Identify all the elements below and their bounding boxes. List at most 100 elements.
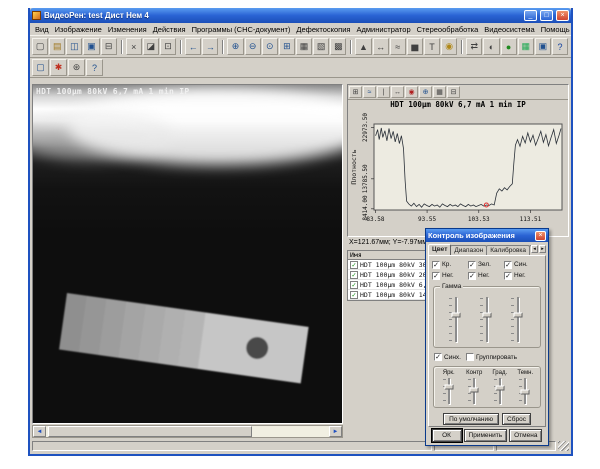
zoom-in-icon[interactable]: ⊕	[227, 38, 243, 55]
menu-item[interactable]: Изображение	[52, 25, 105, 34]
print-icon[interactable]: ⊟	[101, 38, 117, 55]
capture-tool-icon[interactable]: ▦	[518, 38, 534, 55]
menu-item[interactable]: Программы (СНС-документ)	[189, 25, 294, 34]
gamma-2-slider[interactable]	[480, 296, 494, 343]
plot-range-icon[interactable]: ↔	[391, 86, 404, 98]
zoom-out-icon[interactable]: ⊖	[245, 38, 261, 55]
default-button[interactable]: По умолчанию	[443, 413, 499, 425]
tab-scroll-arrow-icon[interactable]: ◂	[531, 245, 538, 253]
plot-marker-icon[interactable]: ◉	[405, 86, 418, 98]
help-icon[interactable]: ?	[552, 38, 568, 55]
invert-tool-icon[interactable]: ◐	[483, 38, 499, 55]
tile-windows-icon[interactable]: ▧	[313, 38, 329, 55]
undo-icon[interactable]: ←	[185, 38, 201, 55]
plot-print-icon[interactable]: ⊟	[447, 86, 460, 98]
menu-item[interactable]: Стереообработка	[414, 25, 482, 34]
channel-checkbox[interactable]: ✓Син.	[504, 261, 540, 269]
save-all-icon[interactable]: ▣	[83, 38, 99, 55]
tab-Диапазон[interactable]: Диапазон	[450, 245, 487, 255]
minimize-button[interactable]: _	[524, 10, 537, 21]
horizontal-scrollbar[interactable]: ◄ ►	[32, 425, 343, 438]
slider-thumb[interactable]	[521, 390, 530, 395]
zoom-fit-icon[interactable]: ⊞	[279, 38, 295, 55]
menu-item[interactable]: Дефектоскопия	[293, 25, 353, 34]
scroll-left-button[interactable]: ◄	[33, 426, 46, 437]
link-stations-icon[interactable]: ✱	[50, 59, 67, 76]
menu-item[interactable]: Администратор	[354, 25, 414, 34]
slider-track[interactable]	[455, 297, 457, 342]
plot-zoom-icon[interactable]: ⊕	[419, 86, 432, 98]
tab-Калибровка[interactable]: Калибровка	[486, 245, 530, 255]
slider-thumb[interactable]	[451, 312, 460, 317]
layer-checkbox[interactable]: ✓	[350, 281, 358, 289]
dialog-titlebar[interactable]: Контроль изображения ×	[426, 229, 548, 242]
plot-profile-icon[interactable]: ≈	[363, 86, 376, 98]
cut-icon[interactable]: ×	[126, 38, 142, 55]
tab-scroll-arrow-icon[interactable]: ▸	[539, 245, 546, 253]
titlebar[interactable]: ВидеоРен: test Дист Нем 4 _ □ ×	[30, 8, 571, 23]
settings-icon[interactable]: ⊛	[68, 59, 85, 76]
plot-grid-icon[interactable]: ⊞	[349, 86, 362, 98]
scrollbar-track[interactable]	[46, 426, 329, 437]
layer-checkbox[interactable]: ✓	[350, 271, 358, 279]
histogram-tool-icon[interactable]: ▅	[407, 38, 423, 55]
reset-button[interactable]: Сброс	[502, 413, 531, 425]
copy-icon[interactable]: ◪	[143, 38, 159, 55]
adjust-slider[interactable]	[468, 377, 480, 405]
cancel-button[interactable]: Отмена	[509, 429, 542, 442]
gamma-3-slider[interactable]	[511, 296, 525, 343]
channel-checkbox[interactable]: ✓Кр.	[432, 261, 468, 269]
menu-item[interactable]: Действия	[150, 25, 189, 34]
rotate-tool-icon[interactable]: ⇄	[466, 38, 482, 55]
dialog-close-icon[interactable]: ×	[535, 231, 546, 241]
slider-thumb[interactable]	[470, 387, 479, 392]
pointer-tool-icon[interactable]: ▲	[355, 38, 371, 55]
slider-thumb[interactable]	[514, 312, 523, 317]
radiograph-panel[interactable]: HDT 100µm 80kV 6,7 mA 1 min IP	[32, 84, 343, 424]
paste-icon[interactable]: ⊡	[160, 38, 176, 55]
menu-item[interactable]: Изменения	[105, 25, 150, 34]
option-checkbox[interactable]: ✓Синх.	[434, 353, 461, 361]
plot-table-icon[interactable]: ▦	[433, 86, 446, 98]
layer-checkbox[interactable]: ✓	[350, 261, 358, 269]
slider-track[interactable]	[486, 297, 488, 342]
slider-track[interactable]	[448, 378, 450, 404]
profile-tool-icon[interactable]: ≈	[390, 38, 406, 55]
channel-checkbox[interactable]: ✓Зел.	[468, 261, 504, 269]
save-icon[interactable]: ◫	[66, 38, 82, 55]
zoom-actual-icon[interactable]: ⊙	[262, 38, 278, 55]
layer-checkbox[interactable]: ✓	[350, 291, 358, 299]
scroll-right-button[interactable]: ►	[329, 426, 342, 437]
maximize-button[interactable]: □	[540, 10, 553, 21]
new-document-icon[interactable]: ▢	[32, 38, 48, 55]
menu-item[interactable]: Видеосистема	[481, 25, 537, 34]
apply-button[interactable]: Применить	[464, 429, 508, 442]
slider-track[interactable]	[499, 378, 501, 404]
slider-thumb[interactable]	[444, 384, 453, 389]
channel-checkbox[interactable]: ✓Нег.	[504, 272, 540, 280]
tab-Цвет[interactable]: Цвет	[428, 244, 451, 255]
cascade-windows-icon[interactable]: ▩	[330, 38, 346, 55]
context-help-icon[interactable]: ?	[86, 59, 103, 76]
measure-tool-icon[interactable]: ↔	[373, 38, 389, 55]
gamma-1-slider[interactable]	[449, 296, 463, 343]
close-button[interactable]: ×	[556, 10, 569, 21]
profile-chart[interactable]: 83.5893.55103.53113.5122973.5013785.5084…	[348, 110, 568, 236]
adjust-slider[interactable]	[494, 377, 506, 405]
scrollbar-thumb[interactable]	[48, 426, 252, 437]
channel-checkbox[interactable]: ✓Нег.	[432, 272, 468, 280]
slider-thumb[interactable]	[495, 386, 504, 391]
menu-item[interactable]: Вид	[32, 25, 52, 34]
slider-thumb[interactable]	[482, 312, 491, 317]
palette-tool-icon[interactable]: ●	[501, 38, 517, 55]
option-checkbox[interactable]: Группировать	[466, 353, 517, 361]
adjust-slider[interactable]	[443, 377, 455, 405]
plot-cursor-icon[interactable]: |	[377, 86, 390, 98]
slider-track[interactable]	[517, 297, 519, 342]
channel-checkbox[interactable]: ✓Нег.	[468, 272, 504, 280]
monitor-view-icon[interactable]: ▣	[535, 38, 551, 55]
export-page-icon[interactable]: ▢	[32, 59, 49, 76]
marker-tool-icon[interactable]: ◉	[441, 38, 457, 55]
redo-icon[interactable]: →	[202, 38, 218, 55]
text-tool-icon[interactable]: T	[424, 38, 440, 55]
